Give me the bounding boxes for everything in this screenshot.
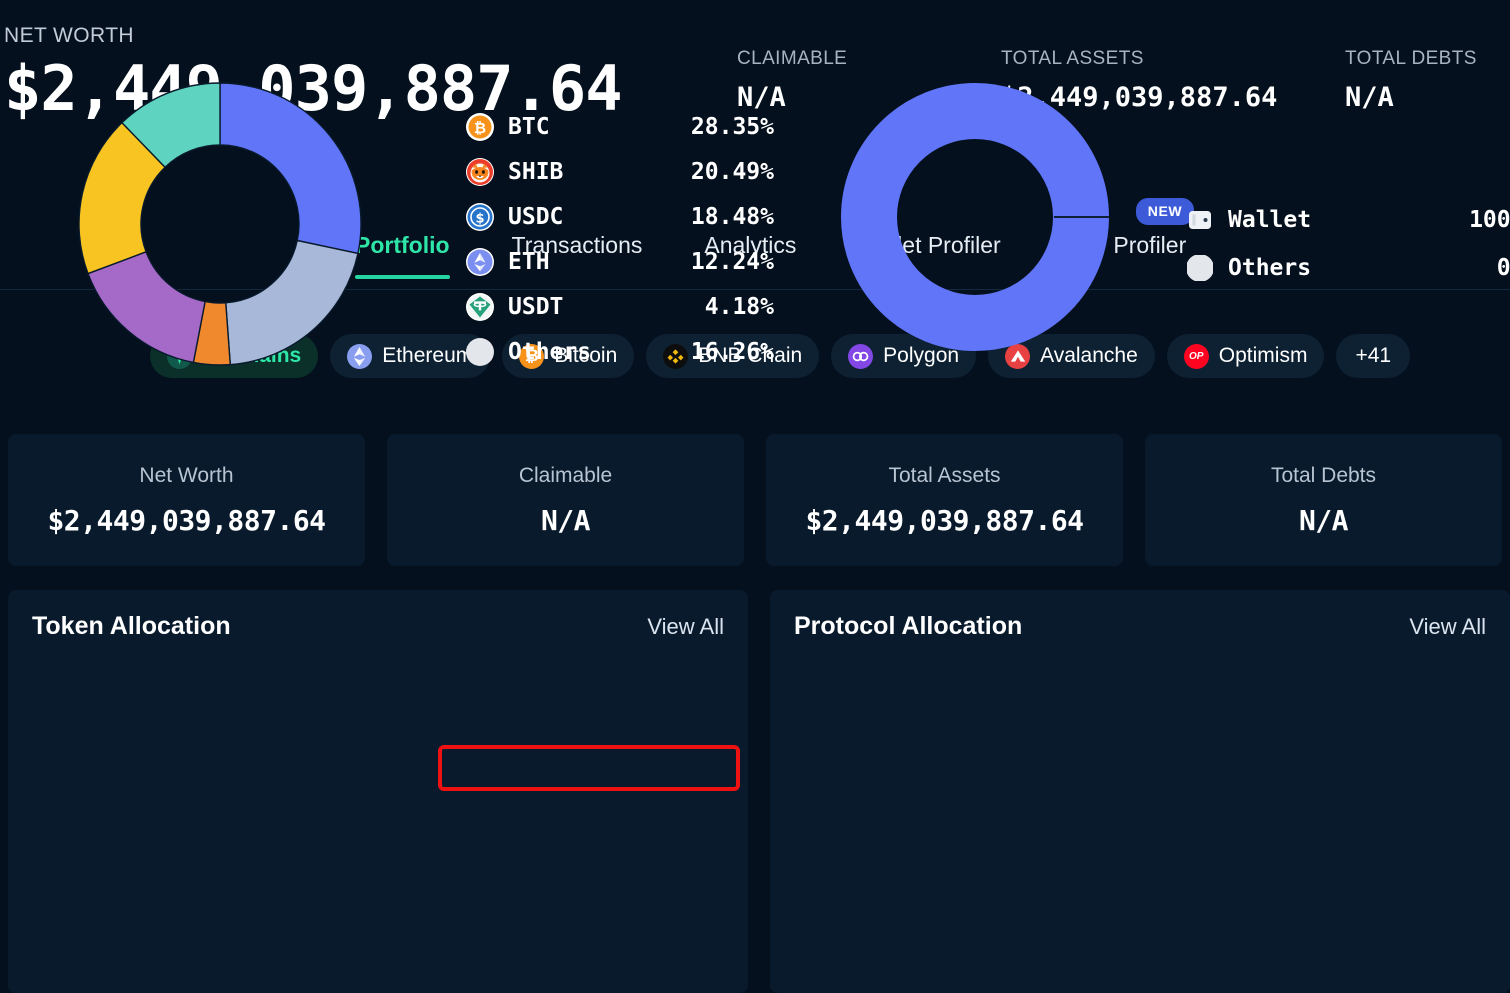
protocol-allocation-legend: Wallet100.00%Others0.00% — [1186, 196, 1510, 292]
usdt-icon — [466, 293, 494, 321]
summary-card-value: $2,449,039,887.64 — [47, 504, 325, 537]
summary-card-net-worth: Net Worth $2,449,039,887.64 — [8, 434, 365, 566]
legend-percent: 28.35% — [656, 114, 774, 140]
legend-row[interactable]: Wallet100.00% — [1186, 196, 1510, 244]
legend-percent: 100.00% — [1418, 207, 1510, 233]
chain-chip-label: Optimism — [1219, 344, 1308, 368]
legend-row[interactable]: ₿ BTC28.35% — [466, 104, 774, 149]
legend-row[interactable]: Others0.00% — [1186, 244, 1510, 292]
header-stat-value: N/A — [1345, 82, 1477, 113]
chain-chip-label: +41 — [1355, 344, 1391, 368]
summary-card-label: Total Debts — [1271, 464, 1376, 488]
legend-row[interactable]: ETH12.24% — [466, 239, 774, 284]
btc-icon: ₿ — [466, 113, 494, 141]
token-panel-header: Token Allocation View All — [32, 612, 724, 641]
summary-card-value: N/A — [1299, 504, 1348, 537]
protocol-panel-title: Protocol Allocation — [794, 612, 1022, 641]
tab-label: Portfolio — [355, 232, 450, 258]
tab-portfolio[interactable]: Portfolio — [355, 232, 450, 279]
legend-percent: 20.49% — [656, 159, 774, 185]
protocol-panel-header: Protocol Allocation View All — [794, 612, 1486, 641]
legend-name: Others — [1228, 255, 1418, 281]
header-stat-total-debts: TOTAL DEBTS N/A — [1345, 48, 1477, 113]
token-allocation-panel: Token Allocation View All — [8, 590, 748, 993]
donut-slice — [88, 252, 205, 363]
legend-name: USDC — [508, 204, 656, 230]
allocation-panels: Token Allocation View All Protocol Alloc… — [8, 590, 1510, 993]
legend-name: USDT — [508, 294, 656, 320]
summary-card-value: $2,449,039,887.64 — [805, 504, 1083, 537]
legend-name: Wallet — [1228, 207, 1418, 233]
summary-card-total-debts: Total Debts N/A — [1145, 434, 1502, 566]
chain-chip-optimism[interactable]: OP Optimism — [1167, 334, 1325, 378]
shib-icon — [466, 158, 494, 186]
protocol-allocation-donut-chart — [840, 82, 1110, 357]
summary-card-value: N/A — [541, 504, 590, 537]
legend-row[interactable]: USDT4.18% — [466, 284, 774, 329]
wallet-icon — [1186, 206, 1214, 234]
legend-row[interactable]: SHIB20.49% — [466, 149, 774, 194]
legend-row[interactable]: Others16.26% — [466, 329, 774, 374]
others-square-icon — [1186, 254, 1214, 282]
header-stat-label: CLAIMABLE — [737, 48, 847, 70]
token-allocation-donut-chart — [78, 82, 362, 371]
legend-name: ETH — [508, 249, 656, 275]
summary-card-claimable: Claimable N/A — [387, 434, 744, 566]
net-worth-label: NET WORTH — [4, 24, 622, 48]
header-stat-label: TOTAL ASSETS — [1001, 48, 1277, 70]
token-panel-title: Token Allocation — [32, 612, 231, 641]
svg-text:₿: ₿ — [474, 119, 486, 137]
legend-percent: 0.00% — [1418, 255, 1510, 281]
summary-card-label: Total Assets — [888, 464, 1000, 488]
legend-percent: 16.26% — [656, 339, 774, 365]
others-icon — [466, 338, 494, 366]
chain-chip--41[interactable]: +41 — [1336, 334, 1410, 378]
donut-slice — [220, 83, 361, 253]
legend-name: Others — [508, 339, 656, 365]
legend-name: SHIB — [508, 159, 656, 185]
legend-name: BTC — [508, 114, 656, 140]
token-allocation-legend: ₿BTC28.35%SHIB20.49%$USDC18.48%ETH12.24%… — [466, 104, 774, 374]
legend-percent: 4.18% — [656, 294, 774, 320]
legend-row[interactable]: $ USDC18.48% — [466, 194, 774, 239]
token-view-all-link[interactable]: View All — [647, 614, 724, 640]
summary-card-label: Net Worth — [139, 464, 233, 488]
portfolio-dashboard: NET WORTH $2,449,039,887.64 CLAIMABLE N/… — [0, 0, 1510, 993]
protocol-view-all-link[interactable]: View All — [1409, 614, 1486, 640]
donut-slice — [226, 241, 358, 365]
summary-card-total-assets: Total Assets $2,449,039,887.64 — [766, 434, 1123, 566]
svg-text:$: $ — [475, 211, 484, 226]
eth-icon — [466, 248, 494, 276]
optimism-icon: OP — [1184, 344, 1209, 369]
summary-cards: Net Worth$2,449,039,887.64ClaimableN/ATo… — [8, 434, 1502, 566]
legend-percent: 12.24% — [656, 249, 774, 275]
summary-card-label: Claimable — [519, 464, 612, 488]
usdc-icon: $ — [466, 203, 494, 231]
protocol-allocation-panel: Protocol Allocation View All — [770, 590, 1510, 993]
chain-chip-label: Ethereum — [382, 344, 473, 368]
legend-percent: 18.48% — [656, 204, 774, 230]
header-stat-label: TOTAL DEBTS — [1345, 48, 1477, 70]
